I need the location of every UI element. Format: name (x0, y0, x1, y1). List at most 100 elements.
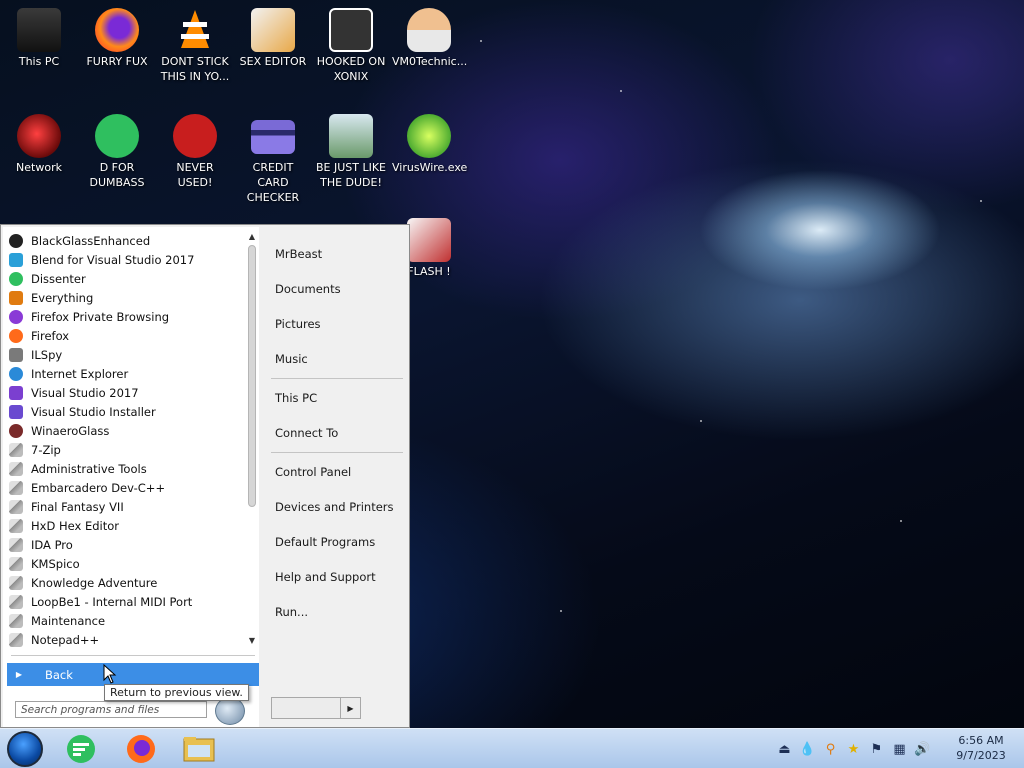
desktop-icon-credit-card-checker[interactable]: CREDIT CARD CHECKER (236, 114, 310, 205)
blend-icon (9, 252, 23, 267)
speaker-icon[interactable]: 🔊 (914, 741, 931, 758)
desktop-icon-viruswire[interactable]: VirusWire.exe (392, 114, 467, 175)
right-item-help-and-support[interactable]: Help and Support (275, 570, 376, 584)
start-button[interactable] (7, 731, 43, 767)
program-item[interactable]: Embarcadero Dev-C++ (3, 478, 245, 497)
program-item[interactable]: Notepad++ (3, 630, 245, 649)
back-button[interactable]: ▶ Back (7, 663, 259, 686)
triangle-right-icon: ▶ (347, 703, 354, 713)
right-item-default-programs[interactable]: Default Programs (275, 535, 375, 549)
magnifier-icon (9, 290, 23, 305)
right-item-devices-and-printers[interactable]: Devices and Printers (275, 500, 394, 514)
credit-card-icon (251, 120, 295, 154)
desktop-icon-never-used[interactable]: NEVER USED! (158, 114, 232, 190)
back-tooltip: Return to previous view. (104, 684, 249, 701)
program-item[interactable]: BlackGlassEnhanced (3, 231, 245, 250)
program-item-label: Administrative Tools (31, 461, 147, 476)
desktop-icon-hooked-on-xonix[interactable]: HOOKED ON XONIX (314, 8, 388, 84)
firefox-icon (95, 8, 139, 52)
usb-icon[interactable]: ⏏ (776, 741, 793, 758)
desktop-icon-be-just-like-the-dude[interactable]: BE JUST LIKE THE DUDE! (314, 114, 388, 190)
star-icon[interactable]: ★ (845, 741, 862, 758)
taskbar-firefox-icon[interactable] (124, 733, 158, 765)
shutdown-button[interactable] (271, 697, 341, 719)
taskbar-clock[interactable]: 6:56 AM 9/7/2023 (946, 733, 1016, 763)
taskbar: ⏏ 💧 ⚲ ★ ⚑ ▦ 🔊 6:56 AM 9/7/2023 (0, 728, 1024, 768)
scroll-down-arrow-icon[interactable]: ▼ (246, 635, 258, 647)
folder-icon (9, 594, 23, 609)
right-item-connect-to[interactable]: Connect To (275, 426, 338, 440)
doctor-icon (407, 8, 451, 52)
desktop-icon-network[interactable]: Network (2, 114, 76, 175)
shutdown-options-button[interactable]: ▶ (341, 697, 361, 719)
program-item[interactable]: WinaeroGlass (3, 421, 245, 440)
taskbar-file-explorer-icon[interactable] (182, 733, 216, 765)
magnifier-icon[interactable]: ⚲ (822, 741, 839, 758)
program-item[interactable]: Blend for Visual Studio 2017 (3, 250, 245, 269)
taskbar-dissenter-icon[interactable] (64, 733, 98, 765)
devcpp-icon (173, 114, 217, 158)
program-item[interactable]: Everything (3, 288, 245, 307)
program-item[interactable]: Maintenance (3, 611, 245, 630)
scrollbar-track[interactable] (248, 245, 256, 633)
search-icon[interactable] (215, 697, 245, 725)
folder-icon (9, 518, 23, 533)
folder-icon (9, 461, 23, 476)
program-item-label: WinaeroGlass (31, 423, 110, 438)
desktop-icon-this-pc[interactable]: This PC (2, 8, 76, 69)
right-item-mrbeast[interactable]: MrBeast (275, 247, 322, 261)
desktop-icon-d-for-dumbass[interactable]: D FOR DUMBASS (80, 114, 154, 190)
folder-icon (9, 480, 23, 495)
program-item[interactable]: Visual Studio Installer (3, 402, 245, 421)
divider (11, 655, 255, 656)
right-item-control-panel[interactable]: Control Panel (275, 465, 351, 479)
program-item[interactable]: LoopBe1 - Internal MIDI Port (3, 592, 245, 611)
limewire-icon (407, 114, 451, 158)
clock-time: 6:56 AM (958, 734, 1004, 747)
program-item[interactable]: Dissenter (3, 269, 245, 288)
right-item-run[interactable]: Run... (275, 605, 308, 619)
desktop-icon-furry-fux[interactable]: FURRY FUX (80, 8, 154, 69)
program-item-label: Internet Explorer (31, 366, 129, 381)
program-item[interactable]: Knowledge Adventure (3, 573, 245, 592)
droplet-icon[interactable]: 💧 (799, 741, 816, 758)
program-item-label: Dissenter (31, 271, 86, 286)
right-item-pictures[interactable]: Pictures (275, 317, 321, 331)
start-menu-programs-pane: BlackGlassEnhanced Blend for Visual Studi… (3, 227, 259, 727)
desktop-icon-vm0technic[interactable]: VM0Technic... (392, 8, 467, 69)
santa-icon (329, 114, 373, 158)
desktop-icon-sex-editor[interactable]: SEX EDITOR (236, 8, 310, 69)
folder-icon (9, 537, 23, 552)
program-item[interactable]: Internet Explorer (3, 364, 245, 383)
vlc-cone-icon (173, 8, 217, 52)
program-item[interactable]: Visual Studio 2017 (3, 383, 245, 402)
program-item-label: Knowledge Adventure (31, 575, 158, 590)
star (480, 40, 482, 42)
programs-scrollbar[interactable]: ▲ ▼ (246, 231, 258, 647)
program-item[interactable]: 7-Zip (3, 440, 245, 459)
flag-icon[interactable]: ⚑ (868, 741, 885, 758)
star (560, 610, 562, 612)
folder-icon (9, 556, 23, 571)
program-item[interactable]: HxD Hex Editor (3, 516, 245, 535)
desktop-icon-dont-stick[interactable]: DONT STICK THIS IN YO... (158, 8, 232, 84)
folder-icon (9, 442, 23, 457)
right-item-music[interactable]: Music (275, 352, 308, 366)
program-item[interactable]: Firefox Private Browsing (3, 307, 245, 326)
program-item[interactable]: KMSpico (3, 554, 245, 573)
divider (271, 452, 403, 453)
scrollbar-thumb[interactable] (248, 245, 256, 507)
right-item-documents[interactable]: Documents (275, 282, 341, 296)
program-item[interactable]: Administrative Tools (3, 459, 245, 478)
dissenter-icon (95, 114, 139, 158)
program-item[interactable]: IDA Pro (3, 535, 245, 554)
program-item[interactable]: Final Fantasy VII (3, 497, 245, 516)
right-item-this-pc[interactable]: This PC (275, 391, 317, 405)
program-item[interactable]: Firefox (3, 326, 245, 345)
search-programs-input[interactable]: Search programs and files (15, 701, 207, 718)
program-item[interactable]: ILSpy (3, 345, 245, 364)
network-icon[interactable]: ▦ (891, 741, 908, 758)
scroll-up-arrow-icon[interactable]: ▲ (246, 231, 258, 243)
start-menu: BlackGlassEnhanced Blend for Visual Studi… (0, 224, 410, 728)
program-item-label: Firefox Private Browsing (31, 309, 170, 324)
